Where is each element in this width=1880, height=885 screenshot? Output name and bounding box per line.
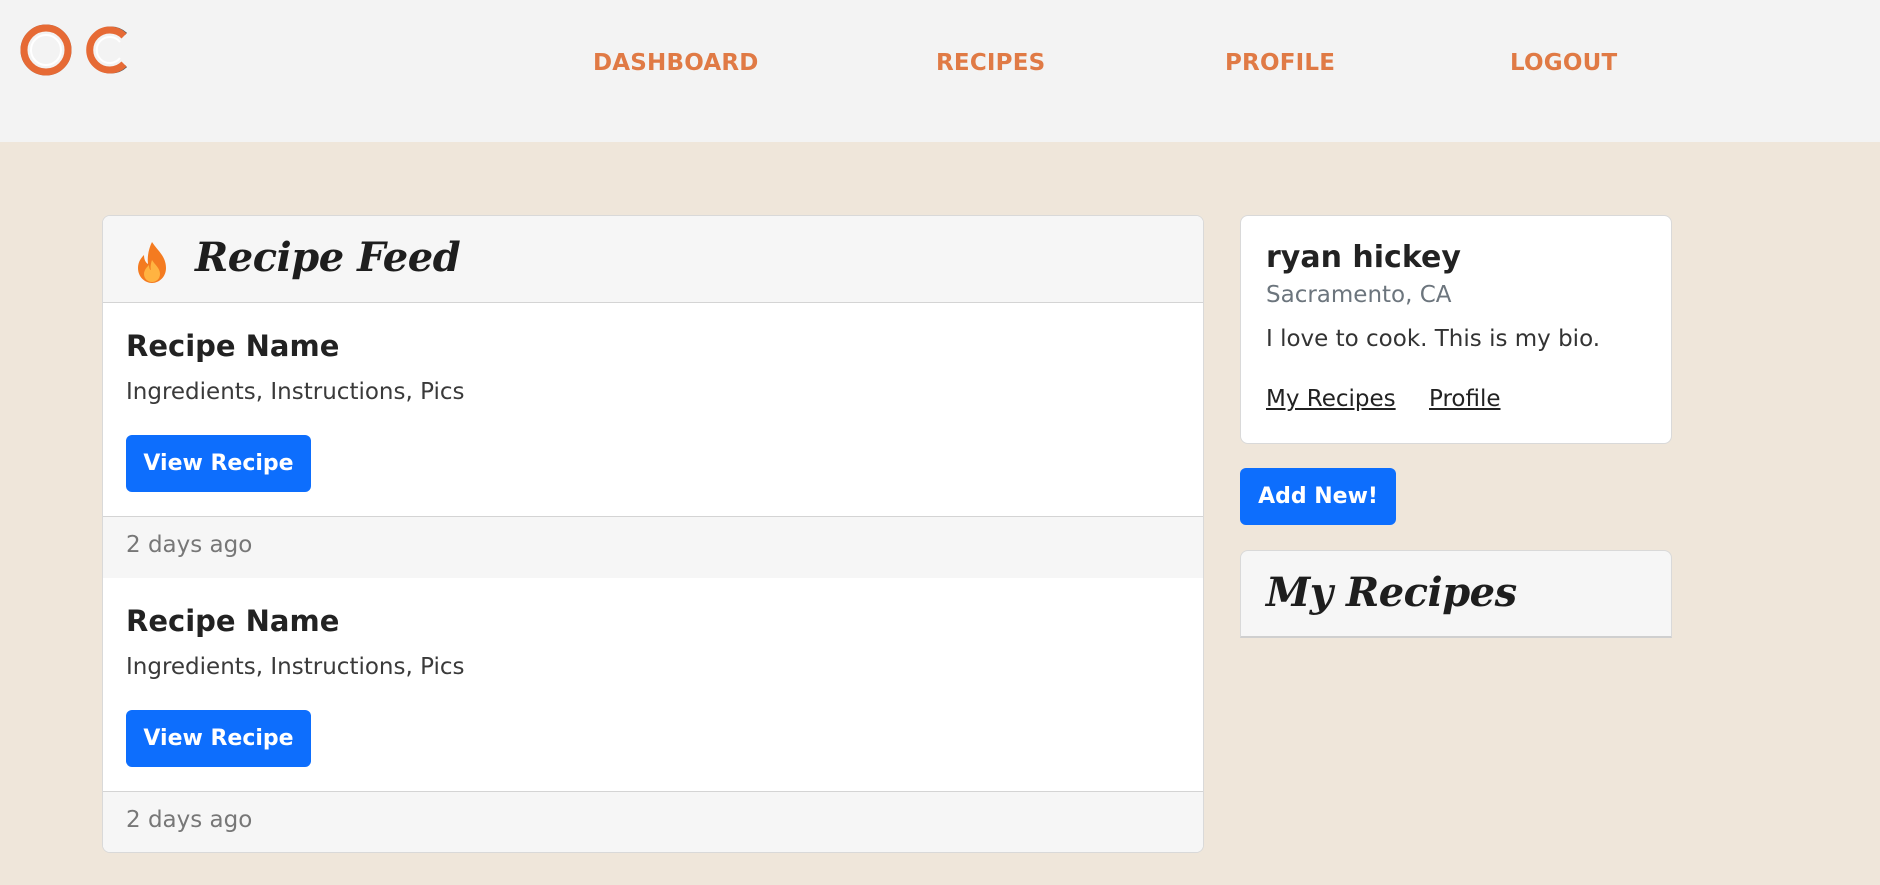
nav-profile-link[interactable]: PROFILE	[1225, 50, 1335, 76]
recipe-name: Recipe Name	[126, 604, 340, 638]
recipe-timestamp: 2 days ago	[126, 807, 253, 833]
flame-icon	[138, 242, 166, 283]
profile-link[interactable]: Profile	[1429, 386, 1501, 412]
nav-dashboard-link[interactable]: DASHBOARD	[593, 50, 759, 76]
nav-recipes-link[interactable]: RECIPES	[936, 50, 1045, 76]
nav-logout-link[interactable]: LOGOUT	[1510, 50, 1617, 76]
profile-bio: I love to cook. This is my bio.	[1266, 326, 1601, 352]
view-recipe-button[interactable]: View Recipe	[126, 710, 311, 767]
profile-name: ryan hickey	[1266, 240, 1461, 275]
recipe-feed-title: Recipe Feed	[195, 234, 461, 281]
oc-logo[interactable]	[20, 20, 132, 80]
recipe-footer: 2 days ago	[103, 791, 1203, 852]
profile-card: ryan hickey Sacramento, CA I love to coo…	[1240, 215, 1672, 444]
my-recipes-link[interactable]: My Recipes	[1266, 386, 1396, 412]
recipe-item: Recipe Name Ingredients, Instructions, P…	[103, 303, 1203, 517]
add-new-button[interactable]: Add New!	[1240, 468, 1396, 525]
profile-location: Sacramento, CA	[1266, 282, 1452, 308]
view-recipe-button[interactable]: View Recipe	[126, 435, 311, 492]
recipe-description: Ingredients, Instructions, Pics	[126, 379, 465, 405]
recipe-item: Recipe Name Ingredients, Instructions, P…	[103, 578, 1203, 791]
my-recipes-title: My Recipes	[1266, 569, 1517, 616]
recipe-feed-card: Recipe Feed Recipe Name Ingredients, Ins…	[102, 215, 1204, 853]
recipe-timestamp: 2 days ago	[126, 532, 253, 558]
my-recipes-card: My Recipes	[1240, 550, 1672, 638]
recipe-description: Ingredients, Instructions, Pics	[126, 654, 465, 680]
recipe-feed-header: Recipe Feed	[103, 216, 1203, 303]
recipe-name: Recipe Name	[126, 329, 340, 363]
top-navbar: DASHBOARD RECIPES PROFILE LOGOUT	[0, 0, 1880, 142]
recipe-footer: 2 days ago	[103, 516, 1203, 578]
